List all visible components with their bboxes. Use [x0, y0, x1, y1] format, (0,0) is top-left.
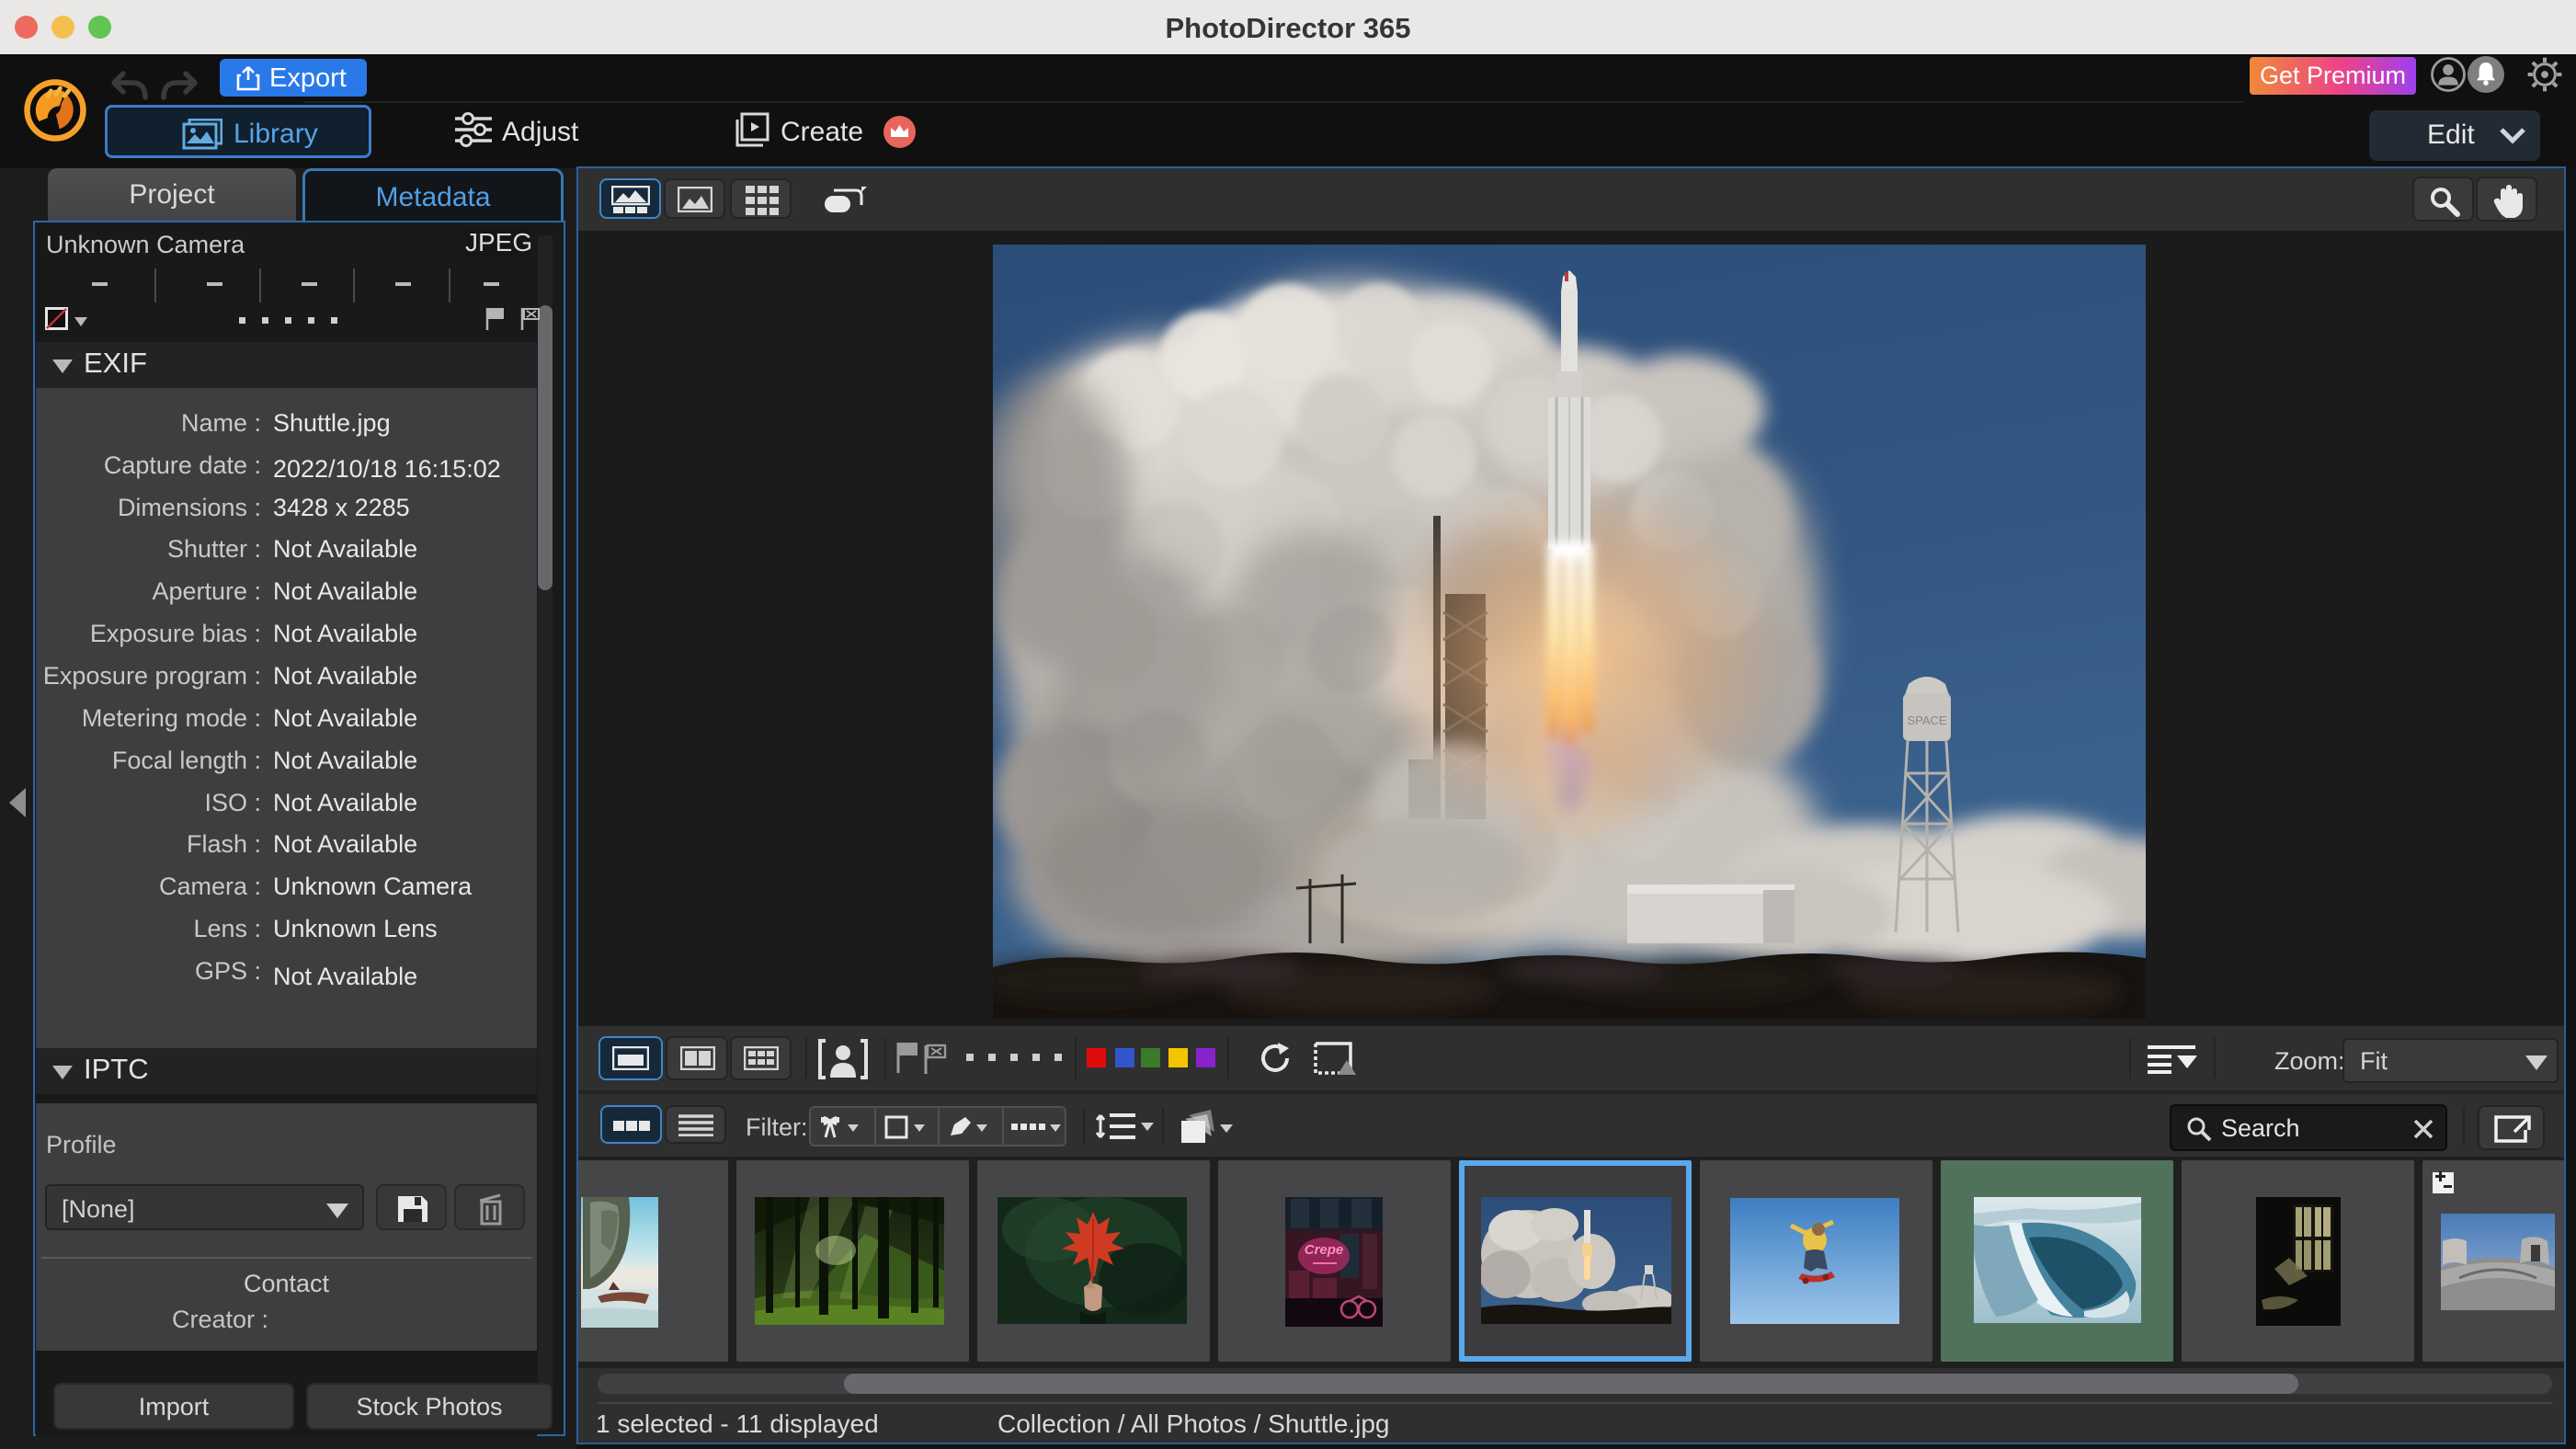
svg-text:Crepe: Crepe [1305, 1242, 1344, 1258]
svg-text:SPACE: SPACE [1907, 713, 1946, 727]
